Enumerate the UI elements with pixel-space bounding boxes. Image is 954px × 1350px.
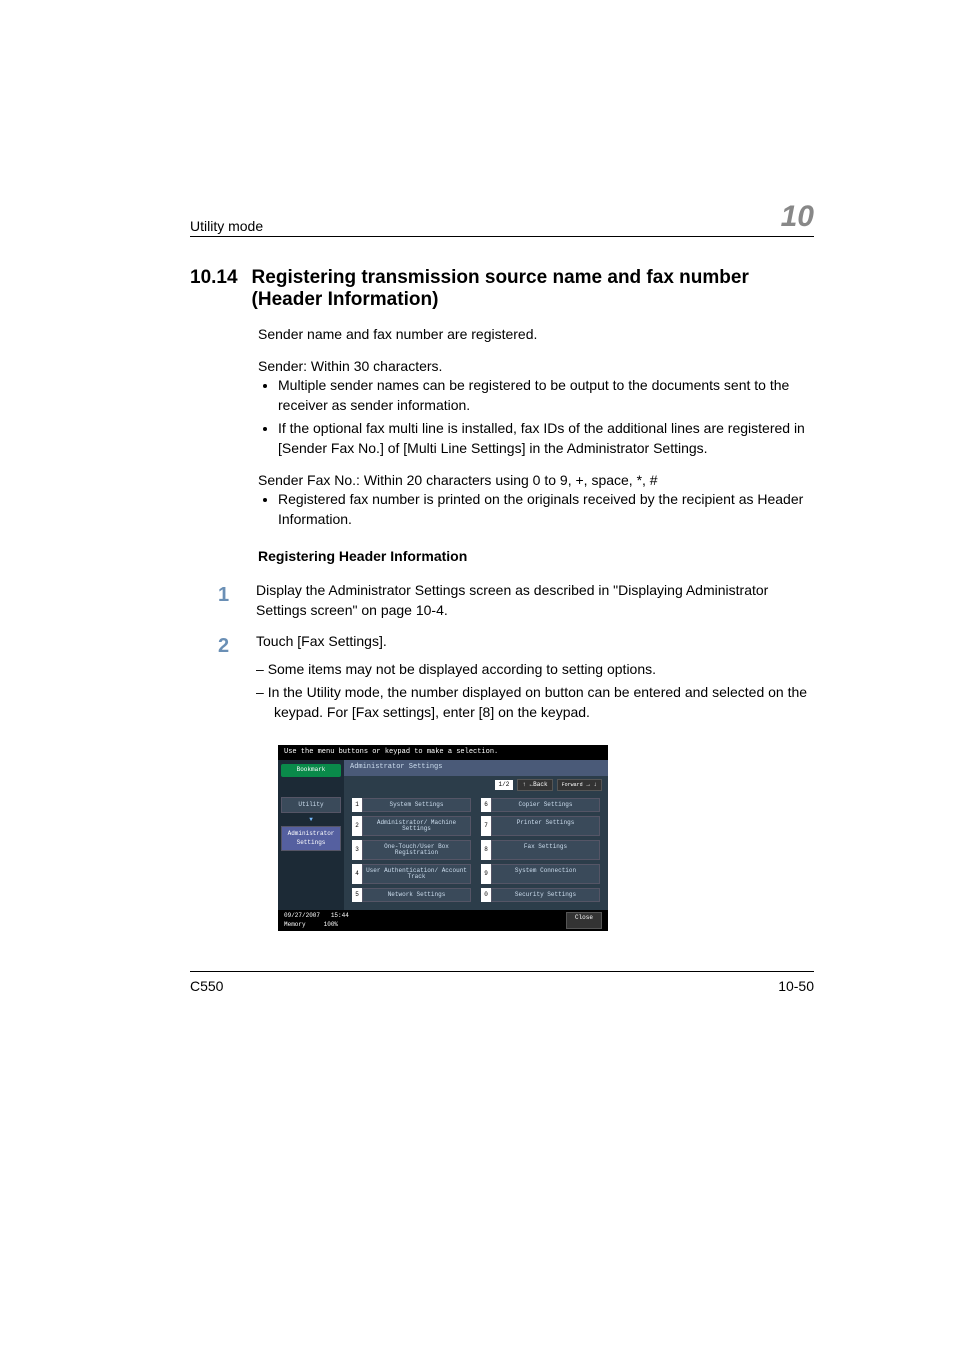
ss-menu-button-8[interactable]: Fax Settings <box>491 840 600 860</box>
bullet-item: If the optional fax multi line is instal… <box>278 419 814 458</box>
ss-instruction: Use the menu buttons or keypad to make a… <box>278 745 608 761</box>
ss-menu-button-1[interactable]: System Settings <box>362 798 471 812</box>
ss-menu-button-3[interactable]: One-Touch/User Box Registration <box>362 840 471 860</box>
ss-footer-time: 15:44 <box>331 912 349 919</box>
ss-footer-mem-label: Memory <box>284 921 306 928</box>
ss-bookmark-tab[interactable]: Bookmark <box>281 764 341 776</box>
ss-back-button[interactable]: ↑ ←Back <box>517 779 552 791</box>
ss-menu-button-9[interactable]: System Connection <box>491 864 600 884</box>
down-arrow-icon: ▼ <box>281 816 341 824</box>
step-text: Display the Administrator Settings scree… <box>256 581 814 620</box>
ss-menu-num: 0 <box>481 888 491 902</box>
section-title: Registering transmission source name and… <box>252 267 814 311</box>
ss-menu-num: 7 <box>481 816 491 836</box>
ss-menu-num: 1 <box>352 798 362 812</box>
ss-close-button[interactable]: Close <box>566 912 602 929</box>
section-number: 10.14 <box>190 267 238 311</box>
ss-menu-num: 5 <box>352 888 362 902</box>
ss-menu-num: 6 <box>481 798 491 812</box>
dash-item: In the Utility mode, the number displaye… <box>274 683 814 722</box>
faxno-line: Sender Fax No.: Within 20 characters usi… <box>258 471 814 491</box>
ss-menu-button-7[interactable]: Printer Settings <box>491 816 600 836</box>
ss-menu-button-5[interactable]: Network Settings <box>362 888 471 902</box>
ss-menu-num: 3 <box>352 840 362 860</box>
footer-model: C550 <box>190 978 223 994</box>
ss-footer-date: 09/27/2007 <box>284 912 320 919</box>
sender-line: Sender: Within 30 characters. <box>258 357 814 377</box>
step-number: 2 <box>218 632 238 726</box>
ss-menu-num: 9 <box>481 864 491 884</box>
ss-footer-mem-value: 100% <box>324 921 338 928</box>
ss-page-counter: 1/2 <box>495 780 514 790</box>
running-header-chapter: 10 <box>781 200 814 234</box>
ss-menu-num: 8 <box>481 840 491 860</box>
ss-menu-button-2[interactable]: Administrator/ Machine Settings <box>362 816 471 836</box>
faxno-bullet-list: Registered fax number is printed on the … <box>258 490 814 529</box>
sender-bullet-list: Multiple sender names can be registered … <box>258 376 814 458</box>
subheading: Registering Header Information <box>258 547 814 567</box>
step-text: Touch [Fax Settings]. <box>256 632 814 652</box>
bullet-item: Registered fax number is printed on the … <box>278 490 814 529</box>
ss-menu-button-6[interactable]: Copier Settings <box>491 798 600 812</box>
dash-item: Some items may not be displayed accordin… <box>274 660 814 680</box>
bullet-item: Multiple sender names can be registered … <box>278 376 814 415</box>
admin-settings-screenshot: Use the menu buttons or keypad to make a… <box>278 745 608 932</box>
footer-page: 10-50 <box>778 978 814 994</box>
ss-forward-button[interactable]: Forward → ↓ <box>557 779 602 791</box>
ss-left-tab-admin[interactable]: Administrator Settings <box>281 826 341 851</box>
ss-menu-num: 4 <box>352 864 362 884</box>
intro-paragraph: Sender name and fax number are registere… <box>258 325 814 345</box>
ss-menu-num: 2 <box>352 816 362 836</box>
ss-left-tab-utility[interactable]: Utility <box>281 797 341 813</box>
ss-menu-button-4[interactable]: User Authentication/ Account Track <box>362 864 471 884</box>
running-header-left: Utility mode <box>190 218 263 234</box>
step-sub-list: Some items may not be displayed accordin… <box>256 660 814 723</box>
ss-panel-title: Administrator Settings <box>344 760 608 776</box>
step-number: 1 <box>218 581 238 620</box>
ss-menu-button-0[interactable]: Security Settings <box>491 888 600 902</box>
